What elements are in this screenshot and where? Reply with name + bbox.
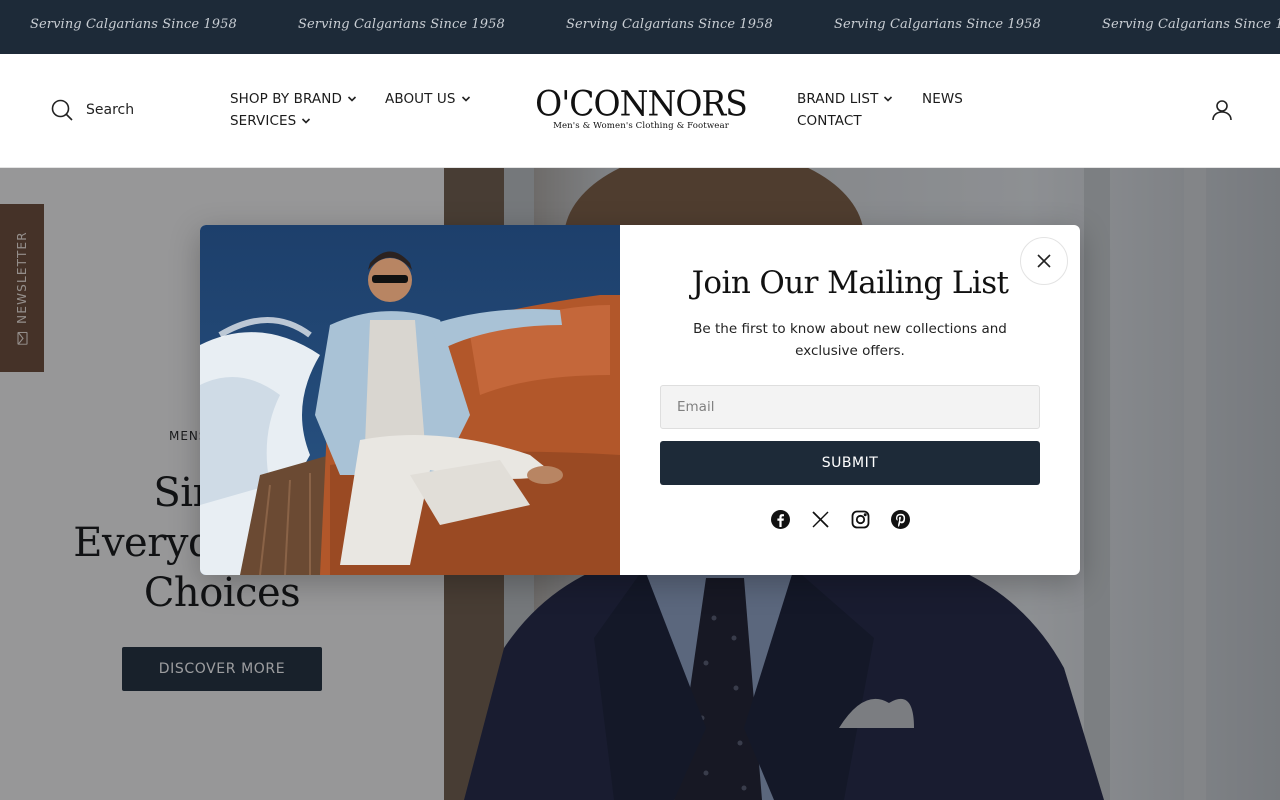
nav-label: ABOUT US xyxy=(385,91,456,107)
announcement-text: Serving Calgarians Since 1958 xyxy=(298,17,505,32)
search-icon xyxy=(51,99,73,121)
modal-subtitle: Be the first to know about new collectio… xyxy=(693,321,1007,359)
chevron-down-icon xyxy=(302,118,311,124)
site-logo[interactable]: O'CONNORS Men's & Women's Clothing & Foo… xyxy=(533,83,749,134)
nav-label: NEWS xyxy=(922,91,963,107)
mailing-list-modal: Join Our Mailing List Be the first to kn… xyxy=(200,225,1080,575)
nav-services[interactable]: SERVICES xyxy=(230,113,311,129)
modal-image xyxy=(200,225,620,575)
pinterest-icon[interactable] xyxy=(890,509,911,530)
chevron-down-icon xyxy=(884,96,893,102)
facebook-icon[interactable] xyxy=(770,509,791,530)
chevron-down-icon xyxy=(347,96,357,102)
nav-shop-by-brand[interactable]: SHOP BY BRAND xyxy=(230,91,357,107)
nav-label: BRAND LIST xyxy=(797,91,879,107)
nav-contact[interactable]: CONTACT xyxy=(797,113,862,129)
social-links xyxy=(770,509,911,530)
user-icon[interactable] xyxy=(1210,98,1234,122)
nav-news[interactable]: NEWS xyxy=(922,91,963,107)
logo-wordmark: O'CONNORS xyxy=(535,83,748,124)
x-icon[interactable] xyxy=(810,509,831,530)
nav-label: SHOP BY BRAND xyxy=(230,91,342,107)
announcement-text: Serving Calgarians Since 1958 xyxy=(1102,17,1280,32)
announcement-text: Serving Calgarians Since 1958 xyxy=(834,17,1041,32)
announcement-bar: Serving Calgarians Since 1958 Serving Ca… xyxy=(0,0,1280,54)
chevron-down-icon xyxy=(461,96,470,102)
search-button[interactable]: Search xyxy=(50,98,134,122)
instagram-icon[interactable] xyxy=(850,509,871,530)
submit-button[interactable]: SUBMIT xyxy=(660,441,1040,485)
nav-brand-list[interactable]: BRAND LIST xyxy=(797,91,893,107)
email-field[interactable] xyxy=(660,385,1040,429)
boat-photo-illustration xyxy=(200,225,620,575)
nav-label: CONTACT xyxy=(797,113,862,129)
nav-about-us[interactable]: ABOUT US xyxy=(385,91,471,107)
announcement-text: Serving Calgarians Since 1958 xyxy=(566,17,773,32)
announcement-text: Serving Calgarians Since 1958 xyxy=(30,17,237,32)
nav-label: SERVICES xyxy=(230,113,297,129)
site-header: Search SHOP BY BRAND ABOUT US SERVICES O… xyxy=(0,54,1280,168)
modal-title: Join Our Mailing List xyxy=(691,265,1009,301)
search-label: Search xyxy=(86,102,135,118)
